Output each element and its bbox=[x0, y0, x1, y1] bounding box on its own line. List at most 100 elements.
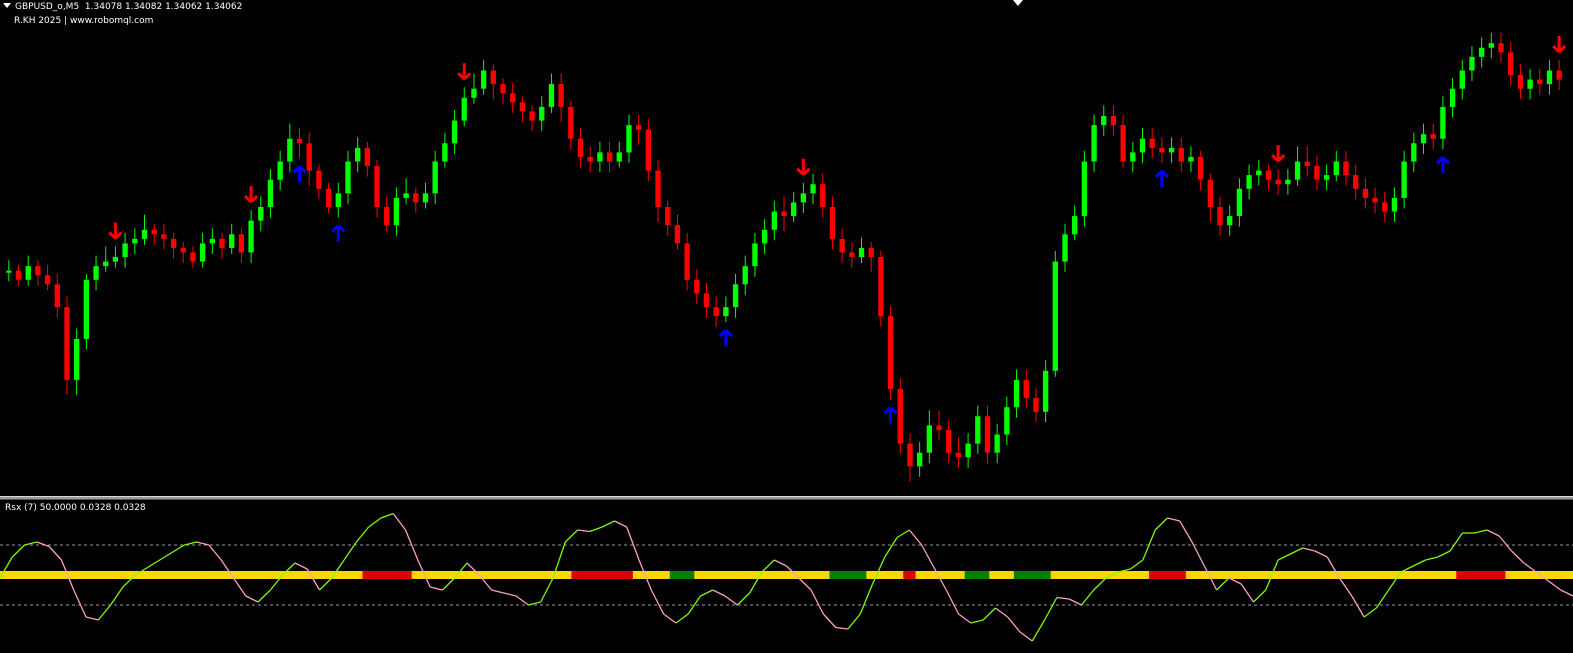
signal-band-segment bbox=[387, 571, 400, 579]
bear-candle bbox=[1023, 379, 1029, 399]
signal-band-segment bbox=[989, 571, 1003, 579]
signal-band-segment bbox=[1321, 571, 1334, 579]
bear-candle bbox=[1120, 125, 1126, 162]
rsx-line-segment bbox=[896, 529, 910, 539]
signal-band-segment bbox=[952, 571, 966, 579]
signal-band-segment bbox=[141, 571, 155, 579]
signal-band-segment bbox=[1063, 571, 1076, 579]
bull-candle bbox=[858, 247, 865, 258]
signal-band-segment bbox=[1357, 571, 1371, 579]
signal-band-segment bbox=[817, 571, 831, 579]
bear-candle bbox=[15, 270, 22, 280]
signal-band-segment bbox=[104, 571, 118, 579]
dropdown-triangle-icon[interactable] bbox=[3, 3, 11, 8]
bull-candle bbox=[1440, 106, 1446, 139]
bull-candle bbox=[1333, 161, 1339, 176]
bull-candle bbox=[732, 284, 739, 308]
rsx-line-segment bbox=[712, 589, 726, 597]
signal-band-segment bbox=[1517, 571, 1531, 579]
buy-arrow-icon bbox=[1435, 156, 1450, 174]
bull-candle bbox=[1285, 179, 1291, 185]
signal-band-segment bbox=[1038, 571, 1052, 579]
signal-band-segment bbox=[1566, 571, 1573, 579]
signal-band-segment bbox=[768, 571, 781, 579]
rsx-line-segment bbox=[1068, 598, 1082, 606]
rsx-line-segment bbox=[1130, 559, 1144, 570]
bear-candle bbox=[519, 102, 526, 112]
bull-candle bbox=[1420, 134, 1427, 144]
candlestick-chart[interactable] bbox=[0, 0, 1573, 496]
bear-candle bbox=[1362, 188, 1369, 198]
bull-candle bbox=[93, 266, 99, 280]
signal-band-segment bbox=[854, 571, 867, 579]
rsx-line-segment bbox=[1511, 550, 1525, 564]
ohlc-values: 1.34078 1.34082 1.34062 1.34062 bbox=[84, 2, 243, 12]
bear-candle bbox=[665, 207, 671, 226]
bull-candle bbox=[1081, 161, 1088, 217]
signal-band-segment bbox=[1001, 571, 1015, 579]
rsx-line-segment bbox=[1498, 535, 1513, 552]
bear-candle bbox=[984, 416, 991, 453]
signal-band-segment bbox=[669, 571, 683, 579]
bull-candle bbox=[1546, 70, 1553, 85]
bear-candle bbox=[1508, 52, 1514, 76]
signal-band-segment bbox=[497, 571, 511, 579]
bear-candle bbox=[384, 207, 390, 226]
bear-candle bbox=[306, 143, 312, 171]
rsx-line-segment bbox=[368, 517, 382, 528]
rsx-indicator-chart[interactable] bbox=[0, 500, 1573, 653]
bull-candle bbox=[1052, 261, 1058, 371]
bull-candle bbox=[1459, 70, 1465, 89]
signal-band-segment bbox=[657, 571, 671, 579]
indicator-pane[interactable]: Rsx (7) 50.0000 0.0328 0.0328 bbox=[0, 500, 1573, 653]
rsx-line-segment bbox=[614, 520, 628, 528]
bull-candle bbox=[83, 279, 90, 339]
signal-band-segment bbox=[596, 571, 609, 579]
bull-candle bbox=[6, 270, 12, 273]
rsx-line-segment bbox=[847, 613, 861, 630]
signal-band-segment bbox=[903, 571, 917, 579]
bear-candle bbox=[325, 188, 332, 207]
rsx-line-segment bbox=[294, 562, 308, 570]
signal-band-segment bbox=[1136, 571, 1150, 579]
signal-band-segment bbox=[30, 571, 44, 579]
signal-band-segment bbox=[1468, 571, 1482, 579]
bull-candle bbox=[1488, 43, 1494, 48]
signal-band-segment bbox=[682, 571, 695, 579]
signal-band-segment bbox=[706, 571, 720, 579]
rsx-line-segment bbox=[1474, 529, 1488, 534]
signal-band-segment bbox=[571, 571, 585, 579]
signal-band-segment bbox=[583, 571, 597, 579]
rsx-line-segment bbox=[1548, 580, 1562, 591]
rsx-line-segment bbox=[1437, 550, 1451, 558]
bear-candle bbox=[568, 106, 574, 139]
rsx-line-segment bbox=[761, 559, 775, 573]
bull-candle bbox=[442, 143, 448, 162]
buy-arrow-icon bbox=[331, 224, 346, 242]
bull-candle bbox=[1072, 216, 1078, 235]
bear-candle bbox=[1217, 207, 1223, 226]
bull-candle bbox=[1236, 188, 1243, 217]
signal-band-segment bbox=[1149, 571, 1162, 579]
bear-candle bbox=[1314, 166, 1320, 180]
signal-band-segment bbox=[1382, 571, 1396, 579]
buy-arrow-icon bbox=[1154, 169, 1169, 187]
signal-band-segment bbox=[890, 571, 904, 579]
bear-candle bbox=[64, 307, 70, 380]
rsx-line-segment bbox=[36, 541, 50, 548]
rsx-line-segment bbox=[1449, 532, 1463, 552]
chart-shift-marker-icon[interactable] bbox=[1013, 0, 1023, 6]
bear-candle bbox=[606, 152, 613, 162]
bull-candle bbox=[1227, 216, 1233, 226]
price-chart-pane[interactable]: GBPUSD_o,M5 1.34078 1.34082 1.34062 1.34… bbox=[0, 0, 1573, 496]
signal-band-segment bbox=[153, 571, 167, 579]
signal-band-segment bbox=[559, 571, 572, 579]
rsx-line-segment bbox=[1277, 553, 1291, 561]
rsx-line-segment bbox=[601, 520, 615, 528]
signal-band-segment bbox=[731, 571, 744, 579]
bear-candle bbox=[238, 234, 245, 253]
bull-candle bbox=[742, 266, 748, 285]
bear-candle bbox=[296, 138, 303, 144]
rsx-line-segment bbox=[441, 577, 456, 591]
signal-band-segment bbox=[1271, 571, 1285, 579]
